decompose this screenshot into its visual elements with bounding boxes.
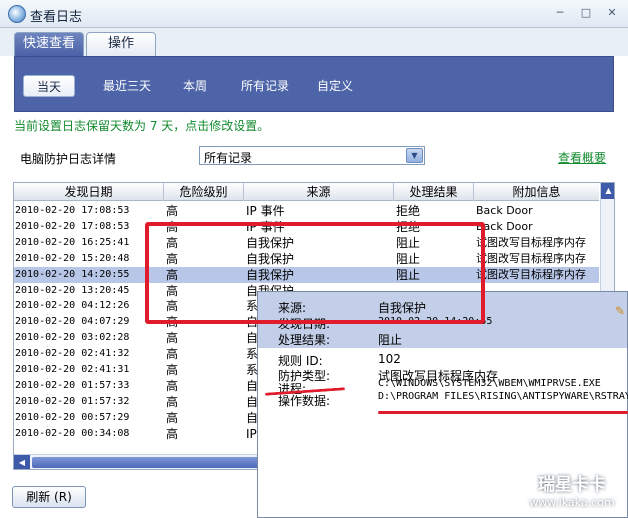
column-header-date[interactable]: 发现日期: [14, 183, 164, 201]
cell-date: 2010-02-20 01:57:32: [15, 395, 130, 407]
cell-date: 2010-02-20 03:02:28: [15, 332, 130, 344]
log-detail-label: 电脑防护日志详情: [20, 152, 117, 166]
watermark-title: 瑞星卡卡: [538, 475, 606, 495]
cell-level: 高: [166, 204, 179, 218]
cell-date: 2010-02-20 00:34:08: [15, 427, 130, 439]
cell-date: 2010-02-20 17:08:53: [15, 205, 130, 216]
cell-info: 试图改写目标程序内存: [476, 235, 586, 249]
popup-result-label: 处理结果:: [278, 333, 331, 347]
filter-all-records[interactable]: 所有记录: [237, 75, 293, 97]
cell-info: 试图改写目标程序内存: [476, 267, 586, 281]
cell-result: 拒绝: [396, 204, 421, 218]
minimize-icon[interactable]: ─: [551, 6, 569, 20]
cell-date: 2010-02-20 00:57:29: [15, 411, 130, 423]
title-bar: 查看日志 ─ □ ✕: [0, 0, 628, 28]
watermark-logo: 瑞星卡卡 www.ikaka.com: [516, 474, 628, 518]
popup-data-value: D:\PROGRAM FILES\RISING\ANTISPYWARE\RSTR…: [378, 391, 628, 402]
popup-result-value: 阻止: [378, 333, 403, 347]
retention-notice-link[interactable]: 当前设置日志保留天数为 7 天，点击修改设置。: [14, 117, 269, 134]
scroll-up-icon[interactable]: ▲: [601, 183, 614, 199]
filter-today[interactable]: 当天: [23, 75, 75, 97]
cell-date: 2010-02-20 16:25:41: [15, 236, 130, 248]
tab-strip: 快速查看 操作: [0, 28, 628, 56]
table-row[interactable]: 2010-02-20 17:08:53 高 IP 事件 拒绝 Back Door: [14, 203, 599, 219]
view-overview-link[interactable]: 查看概要: [558, 149, 606, 166]
cell-date: 2010-02-20 04:07:29: [15, 316, 130, 328]
cell-info: Back Door: [476, 204, 533, 217]
tab-operations[interactable]: 操作: [86, 32, 156, 56]
cell-date: 2010-02-20 02:41:32: [15, 348, 130, 360]
popup-pin-icon[interactable]: ✎: [615, 304, 625, 318]
cell-level: 高: [166, 426, 179, 441]
popup-data-label: 操作数据:: [278, 394, 331, 408]
popup-rule-value: 102: [378, 352, 401, 366]
cell-level: 高: [166, 363, 179, 377]
log-type-select-value: 所有记录: [204, 151, 253, 165]
filter-custom[interactable]: 自定义: [313, 75, 357, 97]
filter-this-week[interactable]: 本周: [177, 75, 213, 97]
column-header-level[interactable]: 危险级别: [164, 183, 244, 201]
column-header-result[interactable]: 处理结果: [394, 183, 474, 201]
cell-info: 试图改写目标程序内存: [476, 251, 586, 265]
cell-date: 2010-02-20 01:57:33: [15, 379, 130, 391]
cell-date: 2010-02-20 02:41:31: [15, 364, 130, 375]
cell-level: 高: [166, 410, 179, 425]
refresh-button[interactable]: 刷新 (R): [12, 486, 86, 508]
chevron-down-icon[interactable]: ▼: [406, 148, 423, 163]
close-icon[interactable]: ✕: [603, 6, 621, 20]
column-header-source[interactable]: 来源: [244, 183, 394, 201]
maximize-icon[interactable]: □: [577, 6, 595, 20]
filter-last-three-days[interactable]: 最近三天: [97, 75, 157, 97]
cell-level: 高: [166, 331, 179, 346]
cell-level: 高: [166, 347, 179, 362]
table-header: 发现日期 危险级别 来源 处理结果 附加信息: [14, 183, 599, 201]
date-filter-bar: 当天 最近三天 本周 所有记录 自定义: [14, 56, 614, 112]
log-type-select[interactable]: 所有记录 ▼: [199, 146, 425, 165]
cell-level: 高: [166, 394, 179, 409]
tab-quick-view[interactable]: 快速查看: [14, 32, 84, 56]
window-title: 查看日志: [30, 10, 83, 25]
horizontal-scroll-thumb[interactable]: [32, 457, 262, 468]
cell-source: IP 事件: [246, 204, 285, 218]
cell-date: 2010-02-20 14:20:55: [15, 268, 130, 280]
cell-date: 2010-02-20 17:08:53: [15, 220, 130, 232]
cell-date: 2010-02-20 15:20:48: [15, 252, 130, 264]
cell-level: 高: [166, 378, 179, 393]
underline-annotation-data: [378, 411, 628, 414]
watermark-url: www.ikaka.com: [529, 496, 615, 509]
cell-date: 2010-02-20 04:12:26: [15, 300, 130, 312]
cell-date: 2010-02-20 13:20:45: [15, 284, 130, 296]
scroll-left-icon[interactable]: ◀: [14, 455, 30, 469]
app-icon: [8, 5, 26, 23]
column-header-info[interactable]: 附加信息: [474, 183, 599, 201]
cell-info: Back Door: [476, 219, 533, 233]
highlight-box-annotation: [145, 222, 485, 324]
popup-process-value: C:\WINDOWS\SYSTEM32\WBEM\WMIPRVSE.EXE: [378, 378, 601, 389]
